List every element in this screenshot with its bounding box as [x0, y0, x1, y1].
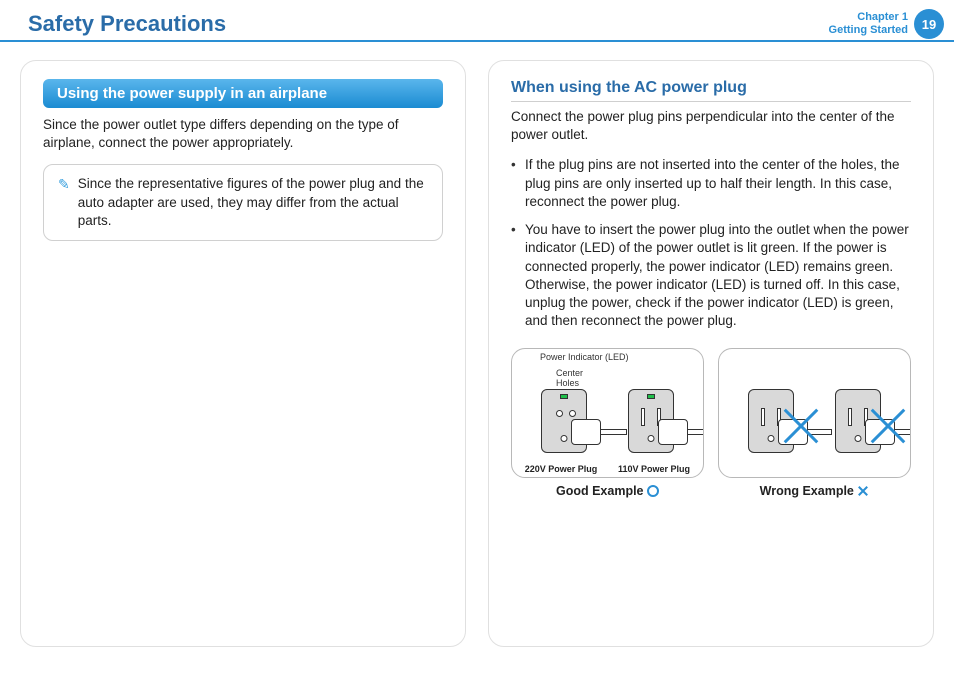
- outlet-110v: [628, 389, 674, 453]
- cable-110v-icon: [688, 429, 704, 435]
- circle-icon: [647, 485, 659, 497]
- ac-plug-bullets: If the plug pins are not inserted into t…: [511, 156, 911, 330]
- page-header: Safety Precautions Chapter 1 Getting Sta…: [0, 0, 954, 42]
- chapter-line-2: Getting Started: [829, 24, 908, 37]
- good-example-figure: Power Indicator (LED) Center Holes: [511, 348, 704, 478]
- figure-caption-row: Good Example Wrong Example: [511, 484, 911, 498]
- chapter-label: Chapter 1 Getting Started: [829, 11, 914, 36]
- header-right: Chapter 1 Getting Started 19: [829, 9, 954, 39]
- page-body: Using the power supply in an airplane Si…: [0, 42, 954, 667]
- cable-wrong-1-icon: [808, 429, 832, 435]
- plug-wrong-2-icon: [865, 419, 895, 445]
- note-text: Since the representative figures of the …: [78, 175, 432, 230]
- wrong-example-figure: [718, 348, 911, 478]
- outlet-wrong-1: [748, 389, 794, 453]
- ac-plug-intro: Connect the power plug pins perpendicula…: [511, 108, 911, 144]
- plug-110v-label: 110V Power Plug: [609, 464, 699, 474]
- wrong-caption-text: Wrong Example: [760, 484, 854, 498]
- note-box: ✎ Since the representative figures of th…: [43, 164, 443, 241]
- page-number-badge: 19: [914, 9, 944, 39]
- cable-220v-icon: [601, 429, 627, 435]
- bullet-1: If the plug pins are not inserted into t…: [511, 156, 911, 211]
- ac-plug-subheading: When using the AC power plug: [511, 79, 911, 102]
- center-holes-label: Center Holes: [556, 369, 583, 388]
- good-example-caption: Good Example: [511, 484, 704, 498]
- left-column: Using the power supply in an airplane Si…: [20, 60, 466, 647]
- right-column: When using the AC power plug Connect the…: [488, 60, 934, 647]
- plug-220v-label: 220V Power Plug: [516, 464, 606, 474]
- plug-wrong-1-icon: [778, 419, 808, 445]
- wrong-figure-inner: [727, 355, 902, 471]
- wrong-example-caption: Wrong Example: [718, 484, 911, 498]
- good-caption-text: Good Example: [556, 484, 644, 498]
- plug-110v-icon: [658, 419, 688, 445]
- note-icon: ✎: [58, 175, 70, 230]
- airplane-section-banner: Using the power supply in an airplane: [43, 79, 443, 108]
- airplane-intro-text: Since the power outlet type differs depe…: [43, 116, 443, 152]
- outlet-wrong-2: [835, 389, 881, 453]
- x-mark-small-icon: [857, 485, 869, 497]
- plug-220v-icon: [571, 419, 601, 445]
- led-label: Power Indicator (LED): [540, 353, 629, 362]
- chapter-line-1: Chapter 1: [829, 11, 908, 24]
- bullet-2: You have to insert the power plug into t…: [511, 221, 911, 330]
- page-title: Safety Precautions: [28, 11, 226, 37]
- figure-row: Power Indicator (LED) Center Holes: [511, 348, 911, 478]
- good-figure-inner: [520, 355, 695, 471]
- outlet-220v: [541, 389, 587, 453]
- cable-wrong-2-icon: [895, 429, 911, 435]
- center-label-2: Holes: [556, 379, 583, 388]
